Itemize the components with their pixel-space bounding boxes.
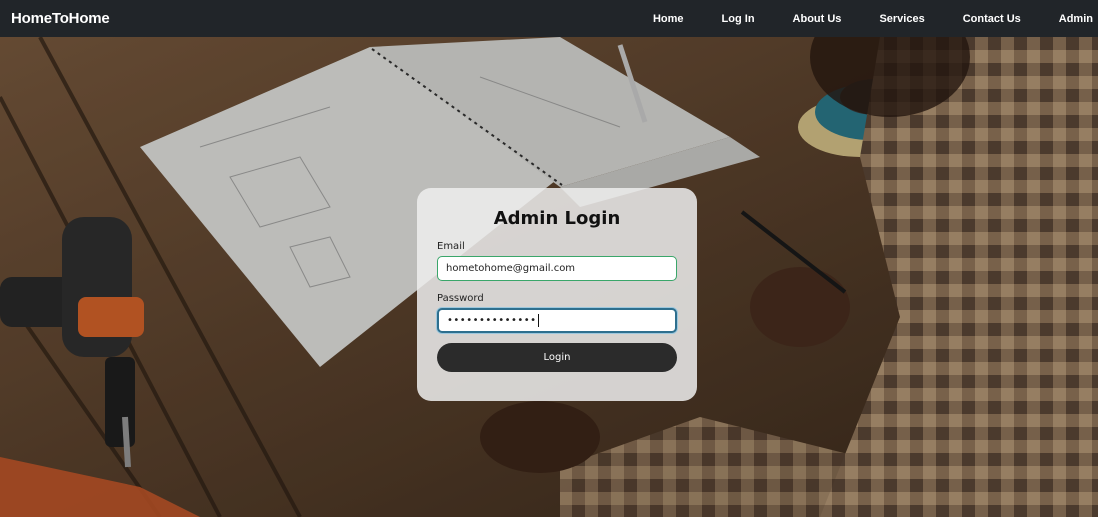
login-title: Admin Login	[493, 208, 621, 229]
login-button[interactable]: Login	[437, 343, 677, 372]
email-field[interactable]: hometohome@gmail.com	[437, 256, 677, 281]
email-value: hometohome@gmail.com	[446, 263, 576, 274]
nav-link-admin[interactable]: Admin	[1059, 13, 1093, 25]
nav-link-services[interactable]: Services	[879, 13, 924, 25]
text-caret	[537, 314, 539, 327]
nav-link-contact[interactable]: Contact Us	[963, 13, 1021, 25]
password-field[interactable]: ••••••••••••••	[437, 308, 677, 333]
brand-logo[interactable]: HomeToHome	[11, 10, 110, 27]
nav-links: Home Log In About Us Services Contact Us…	[653, 0, 1093, 37]
password-value: ••••••••••••••	[447, 315, 537, 326]
nav-link-about[interactable]: About Us	[793, 13, 842, 25]
nav-link-login[interactable]: Log In	[722, 13, 755, 25]
nav-link-home[interactable]: Home	[653, 13, 684, 25]
password-label: Password	[437, 293, 484, 304]
top-navbar: HomeToHome Home Log In About Us Services…	[0, 0, 1098, 37]
admin-login-card: Admin Login Email hometohome@gmail.com P…	[417, 188, 697, 401]
email-label: Email	[437, 241, 465, 252]
